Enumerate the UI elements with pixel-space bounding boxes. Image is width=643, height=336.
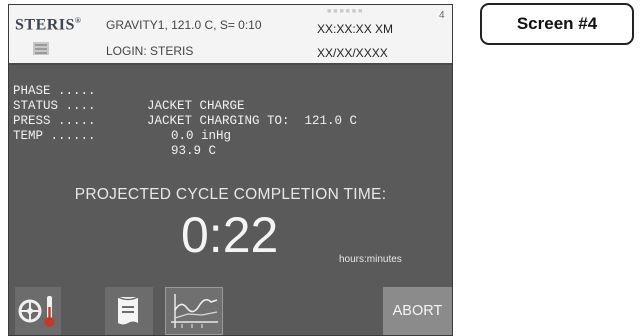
projected-time-label: PROJECTED CYCLE COMPLETION TIME:: [74, 186, 387, 203]
cycle-info: GRAVITY1, 121.0 C, S= 0:10: [106, 18, 262, 32]
printout-icon: [117, 296, 139, 325]
temp-value: 93.9 C: [171, 144, 217, 158]
abort-button[interactable]: ABORT: [383, 287, 452, 335]
status-row-temp: TEMP ...... 93.9 C: [13, 114, 216, 158]
login-info: LOGIN: STERIS: [106, 44, 194, 58]
status-row-press: PRESS ..... 0.0 inHg: [13, 99, 231, 143]
phase-value: JACKET CHARGE: [147, 99, 245, 113]
sterilizer-screen: STERIS® GRAVITY1, 121.0 C, S= 0:10 LOGIN…: [8, 4, 453, 336]
gauge-thermometer-icon: [18, 296, 55, 327]
clock-time: XX:XX:XX XM: [317, 22, 394, 36]
brand-logo-text: STERIS®: [15, 16, 82, 34]
status-panel: PHASE ..... JACKET CHARGE STATUS .... JA…: [13, 69, 357, 158]
press-value: 0.0 inHg: [171, 129, 232, 143]
sensor-view-button[interactable]: [15, 287, 61, 335]
time-unit-label: hours:minutes: [339, 254, 402, 265]
steris-logo-icon: [33, 42, 49, 55]
print-report-button[interactable]: [105, 287, 153, 335]
status-row-status: STATUS .... JACKET CHARGING TO: 121.0 C: [13, 84, 357, 128]
cycle-graph-button[interactable]: [165, 287, 223, 335]
temp-label: TEMP ......: [13, 129, 96, 143]
screen-number: 4: [439, 10, 445, 21]
clock-date: XX/XX/XXXX: [317, 46, 388, 60]
status-row-phase: PHASE ..... JACKET CHARGE: [13, 69, 245, 113]
time-ghost-dots: ■■■■■■: [327, 8, 365, 15]
screen-caption: Screen #4: [480, 3, 634, 45]
header-bar: STERIS® GRAVITY1, 121.0 C, S= 0:10 LOGIN…: [9, 5, 452, 65]
projected-time-value: 0:22: [181, 207, 279, 263]
cycle-graph-icon: [171, 294, 218, 328]
status-value: JACKET CHARGING TO: 121.0 C: [147, 114, 358, 128]
